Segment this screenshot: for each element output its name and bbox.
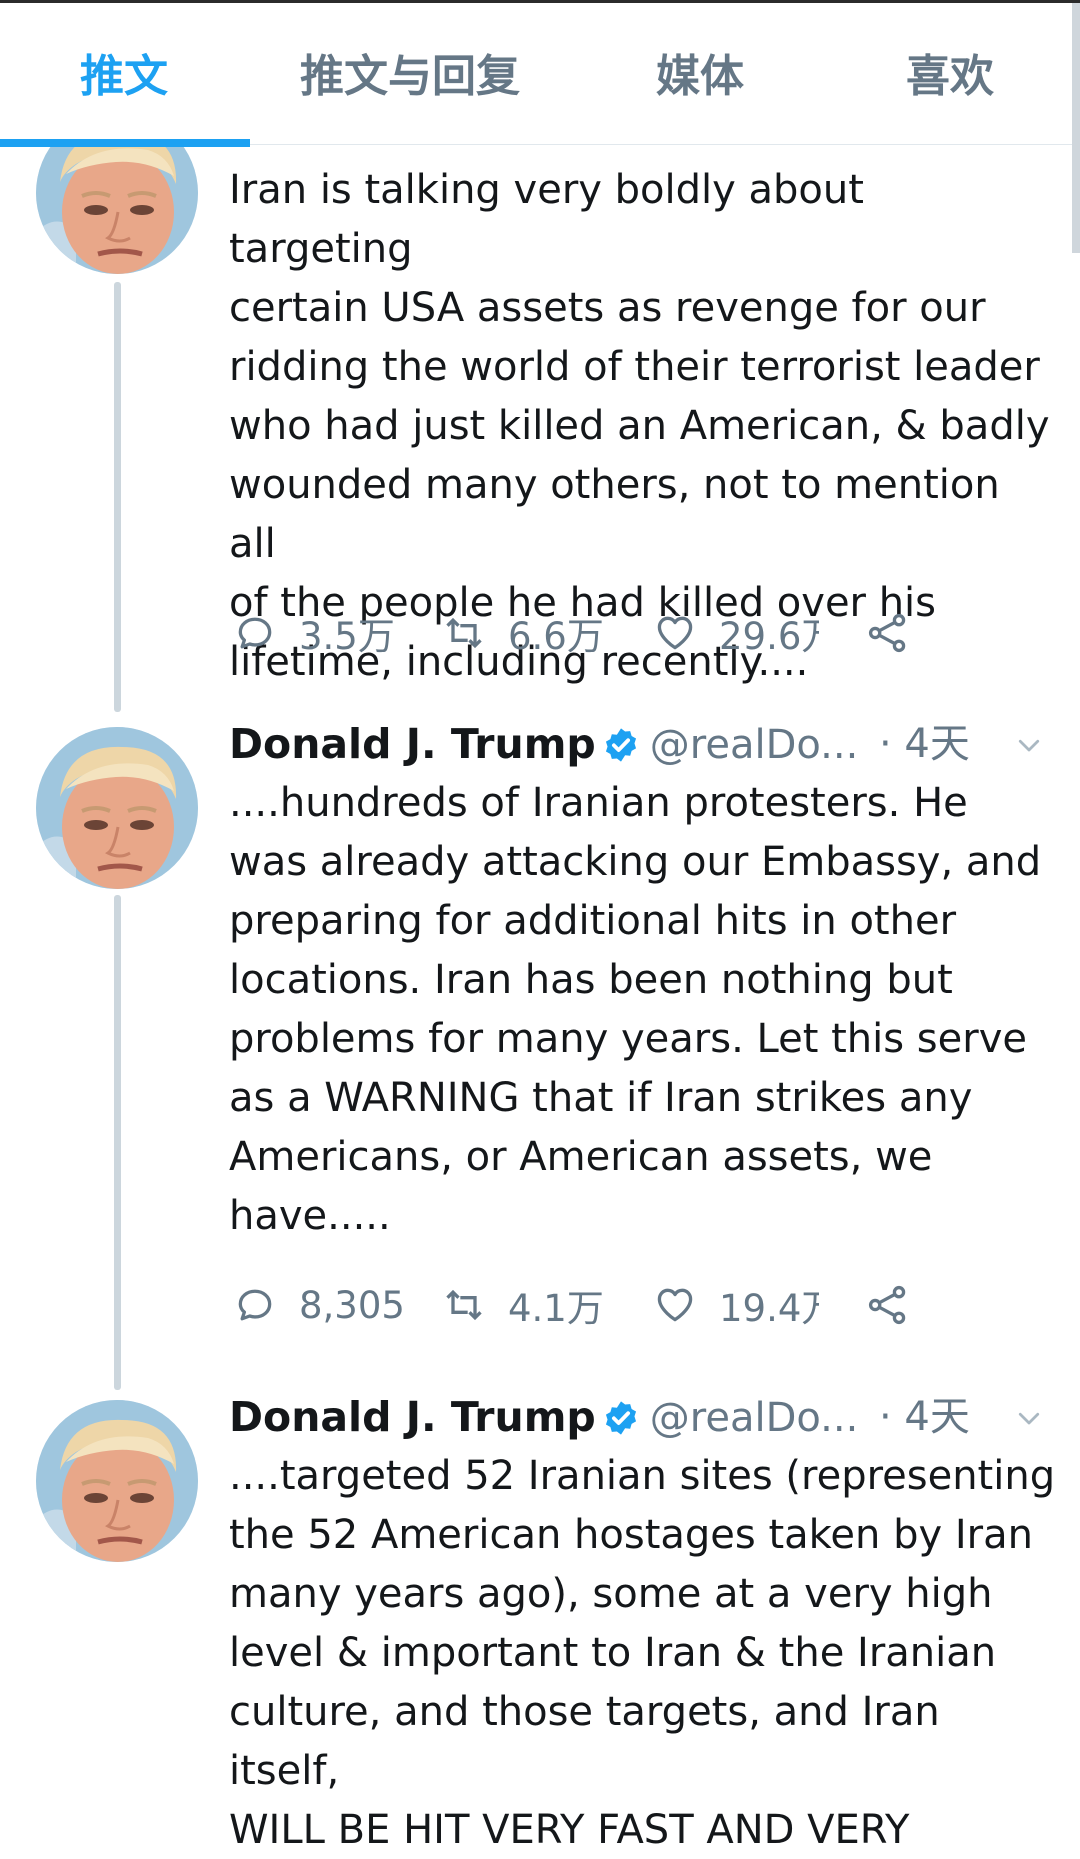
share-icon <box>866 1283 910 1327</box>
tweet-text: ....targeted 52 Iranian sites (represent… <box>229 1453 1056 1853</box>
tweet-actions: 8,305 4.1万 19.4万 <box>233 1275 933 1335</box>
tweet-actions: 3.5万 6.6万 29.6万 <box>233 603 933 663</box>
active-tab-indicator <box>0 139 250 147</box>
scrollbar-thumb[interactable] <box>1072 3 1080 253</box>
retweet-count: 4.1万 <box>508 1287 604 1330</box>
tweet-header: Donald J. Trump @realDo... · 4天 <box>229 1387 1049 1447</box>
like-count: 29.6万 <box>719 615 819 658</box>
like-button[interactable]: 19.4万 <box>653 1275 819 1335</box>
avatar[interactable] <box>36 727 198 889</box>
tweet-header: Donald J. Trump @realDo... · 4天 <box>229 714 1049 774</box>
verified-badge-icon <box>602 1399 640 1437</box>
tweet-time[interactable]: · 4天 <box>879 714 970 774</box>
share-button[interactable] <box>866 603 932 663</box>
tab-media[interactable]: 媒体 <box>656 45 744 109</box>
chevron-down-icon[interactable] <box>1014 1403 1044 1433</box>
retweet-icon <box>442 1283 486 1327</box>
share-button[interactable] <box>866 1275 932 1335</box>
tab-tweets-and-replies[interactable]: 推文与回复 <box>300 45 520 109</box>
retweet-count: 6.6万 <box>508 615 604 658</box>
reply-count: 8,305 <box>299 1283 405 1327</box>
tab-tweets[interactable]: 推文 <box>80 45 168 109</box>
like-button[interactable]: 29.6万 <box>653 603 819 663</box>
share-icon <box>866 611 910 655</box>
tab-likes[interactable]: 喜欢 <box>906 45 994 109</box>
heart-icon <box>653 1283 697 1327</box>
author-handle[interactable]: @realDo... <box>650 1395 859 1441</box>
retweet-button[interactable]: 6.6万 <box>442 603 604 663</box>
author-name[interactable]: Donald J. Trump <box>229 720 596 768</box>
tweet-time[interactable]: · 4天 <box>879 1387 970 1447</box>
reply-icon <box>233 1283 277 1327</box>
reply-count: 3.5万 <box>299 615 395 658</box>
retweet-button[interactable]: 4.1万 <box>442 1275 604 1335</box>
tweet-text: ....hundreds of Iranian protesters. He w… <box>229 780 1042 1239</box>
author-name[interactable]: Donald J. Trump <box>229 1393 596 1441</box>
author-handle[interactable]: @realDo... <box>650 722 859 768</box>
retweet-icon <box>442 611 486 655</box>
avatar[interactable] <box>36 1400 198 1562</box>
chevron-down-icon[interactable] <box>1014 730 1044 760</box>
profile-tabs: 推文 推文与回复 媒体 喜欢 <box>0 3 1080 147</box>
thread-connector-line <box>114 895 121 1390</box>
heart-icon <box>653 611 697 655</box>
reply-button[interactable]: 8,305 <box>233 1275 405 1335</box>
thread-connector-line <box>114 282 121 712</box>
reply-icon <box>233 611 277 655</box>
like-count: 19.4万 <box>719 1287 819 1330</box>
verified-badge-icon <box>602 726 640 764</box>
reply-button[interactable]: 3.5万 <box>233 603 395 663</box>
